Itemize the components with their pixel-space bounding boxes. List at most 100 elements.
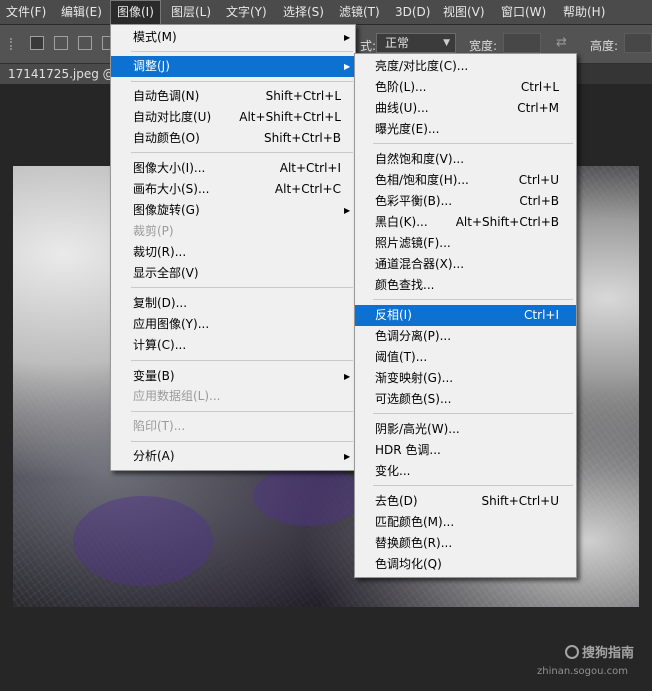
image-menu-item-reveal-all[interactable]: 显示全部(V) — [111, 263, 355, 284]
menu-layer[interactable]: 图层(L) — [165, 0, 217, 24]
adjust-item-posterize[interactable]: 色调分离(P)... — [355, 326, 576, 347]
menu-select[interactable]: 选择(S) — [277, 0, 330, 24]
adjust-item-color-lookup[interactable]: 颜色查找... — [355, 275, 576, 296]
width-field[interactable] — [503, 33, 541, 53]
menu-item-shortcut: Alt+Shift+Ctrl+L — [239, 110, 341, 124]
menu-item-label: 去色(D) — [375, 494, 418, 508]
subtract-selection-icon[interactable] — [78, 36, 92, 50]
image-menu-item-calculations[interactable]: 计算(C)... — [111, 335, 355, 356]
adjust-item-equalize[interactable]: 色调均化(Q) — [355, 554, 576, 575]
menu-item-label: 应用图像(Y)... — [133, 317, 210, 331]
menu-item-label: 自动颜色(O) — [133, 131, 200, 145]
adjust-item-curves[interactable]: 曲线(U)... Ctrl+M — [355, 98, 576, 119]
adjust-item-brightness-contrast[interactable]: 亮度/对比度(C)... — [355, 56, 576, 77]
adjust-item-replace-color[interactable]: 替换颜色(R)... — [355, 533, 576, 554]
image-menu: 模式(M) ▶ 调整(J) ▶ 自动色调(N) Shift+Ctrl+L 自动对… — [110, 24, 356, 471]
menu-item-label: 通道混合器(X)... — [375, 257, 465, 271]
sogou-logo-icon — [564, 645, 579, 659]
image-menu-item-auto-tone[interactable]: 自动色调(N) Shift+Ctrl+L — [111, 86, 355, 107]
adjust-item-levels[interactable]: 色阶(L)... Ctrl+L — [355, 77, 576, 98]
style-label: 式: — [360, 39, 377, 53]
submenu-arrow-icon: ▶ — [344, 62, 351, 71]
image-menu-item-mode[interactable]: 模式(M) ▶ — [111, 27, 355, 48]
menu-filter[interactable]: 滤镜(T) — [333, 0, 386, 24]
image-menu-item-variables[interactable]: 变量(B) ▶ — [111, 366, 355, 387]
adjust-item-exposure[interactable]: 曝光度(E)... — [355, 119, 576, 140]
menu-item-label: 自动对比度(U) — [133, 110, 212, 124]
adjust-item-selective-color[interactable]: 可选颜色(S)... — [355, 389, 576, 410]
submenu-arrow-icon: ▶ — [344, 206, 351, 215]
menu-divider — [373, 413, 573, 414]
image-menu-item-image-rotation[interactable]: 图像旋转(G) ▶ — [111, 200, 355, 221]
menu-type[interactable]: 文字(Y) — [220, 0, 273, 24]
adjust-item-invert[interactable]: 反相(I) Ctrl+I — [355, 305, 576, 326]
menu-item-label: 复制(D)... — [133, 296, 188, 310]
menu-item-label: 反相(I) — [375, 308, 412, 322]
adjust-item-photo-filter[interactable]: 照片滤镜(F)... — [355, 233, 576, 254]
menu-item-label: 曝光度(E)... — [375, 122, 440, 136]
document-tab[interactable]: 17141725.jpeg @ 8 — [0, 64, 118, 84]
menu-item-label: 应用数据组(L)... — [133, 389, 221, 403]
menu-item-shortcut: Ctrl+I — [524, 308, 559, 322]
menu-edit[interactable]: 编辑(E) — [55, 0, 108, 24]
toolbar-grip-icon[interactable] — [10, 38, 20, 50]
image-menu-item-analysis[interactable]: 分析(A) ▶ — [111, 446, 355, 467]
adjust-item-desaturate[interactable]: 去色(D) Shift+Ctrl+U — [355, 491, 576, 512]
menu-divider — [373, 143, 573, 144]
menu-bar: 文件(F) 编辑(E) 图像(I) 图层(L) 文字(Y) 选择(S) 滤镜(T… — [0, 0, 652, 25]
menu-window[interactable]: 窗口(W) — [495, 0, 552, 24]
menu-item-label: 图像大小(I)... — [133, 161, 206, 175]
height-label: 高度: — [590, 39, 619, 53]
menu-divider — [131, 152, 353, 153]
menu-view[interactable]: 视图(V) — [437, 0, 491, 24]
menu-divider — [131, 441, 353, 442]
image-menu-item-apply-image[interactable]: 应用图像(Y)... — [111, 314, 355, 335]
image-menu-item-auto-contrast[interactable]: 自动对比度(U) Alt+Shift+Ctrl+L — [111, 107, 355, 128]
menu-item-label: 裁切(R)... — [133, 245, 187, 259]
height-field[interactable] — [624, 33, 652, 53]
adjust-item-color-balance[interactable]: 色彩平衡(B)... Ctrl+B — [355, 191, 576, 212]
adjust-item-gradient-map[interactable]: 渐变映射(G)... — [355, 368, 576, 389]
adjust-item-hdr-toning[interactable]: HDR 色调... — [355, 440, 576, 461]
image-menu-item-image-size[interactable]: 图像大小(I)... Alt+Ctrl+I — [111, 158, 355, 179]
submenu-arrow-icon: ▶ — [344, 452, 351, 461]
menu-item-label: 画布大小(S)... — [133, 182, 210, 196]
menu-divider — [131, 360, 353, 361]
adjust-item-threshold[interactable]: 阈值(T)... — [355, 347, 576, 368]
canvas-shadow-region — [73, 496, 213, 586]
adjust-item-variations[interactable]: 变化... — [355, 461, 576, 482]
new-selection-icon[interactable] — [30, 36, 44, 50]
adjust-item-shadows-highlights[interactable]: 阴影/高光(W)... — [355, 419, 576, 440]
menu-image[interactable]: 图像(I) — [110, 0, 161, 24]
menu-divider — [373, 485, 573, 486]
menu-item-label: 调整(J) — [133, 59, 170, 73]
menu-item-shortcut: Alt+Ctrl+I — [279, 161, 341, 175]
image-menu-item-canvas-size[interactable]: 画布大小(S)... Alt+Ctrl+C — [111, 179, 355, 200]
menu-item-label: 亮度/对比度(C)... — [375, 59, 469, 73]
adjust-item-black-white[interactable]: 黑白(K)... Alt+Shift+Ctrl+B — [355, 212, 576, 233]
adjust-item-match-color[interactable]: 匹配颜色(M)... — [355, 512, 576, 533]
menu-file[interactable]: 文件(F) — [0, 0, 52, 24]
menu-help[interactable]: 帮助(H) — [557, 0, 611, 24]
image-menu-item-trim[interactable]: 裁切(R)... — [111, 242, 355, 263]
image-menu-item-auto-color[interactable]: 自动颜色(O) Shift+Ctrl+B — [111, 128, 355, 149]
image-menu-item-adjust[interactable]: 调整(J) ▶ — [111, 56, 355, 77]
menu-item-label: HDR 色调... — [375, 443, 441, 457]
menu-3d[interactable]: 3D(D) — [389, 0, 436, 24]
menu-item-shortcut: Shift+Ctrl+U — [481, 494, 559, 508]
adjust-item-hue-saturation[interactable]: 色相/饱和度(H)... Ctrl+U — [355, 170, 576, 191]
image-menu-item-duplicate[interactable]: 复制(D)... — [111, 293, 355, 314]
menu-item-label: 色阶(L)... — [375, 80, 427, 94]
adjust-item-channel-mixer[interactable]: 通道混合器(X)... — [355, 254, 576, 275]
width-label: 宽度: — [469, 39, 498, 53]
menu-item-label: 色调均化(Q) — [375, 557, 442, 571]
menu-item-shortcut: Ctrl+B — [519, 194, 559, 208]
add-to-selection-icon[interactable] — [54, 36, 68, 50]
style-select[interactable]: 正常 ▼ — [376, 33, 456, 53]
menu-item-shortcut: Alt+Shift+Ctrl+B — [455, 215, 559, 229]
adjust-item-vibrance[interactable]: 自然饱和度(V)... — [355, 149, 576, 170]
menu-item-label: 曲线(U)... — [375, 101, 429, 115]
swap-dimensions-icon[interactable]: ⇄ — [556, 35, 567, 50]
image-menu-item-trap: 陷印(T)... — [111, 416, 355, 437]
menu-item-label: 阴影/高光(W)... — [375, 422, 460, 436]
